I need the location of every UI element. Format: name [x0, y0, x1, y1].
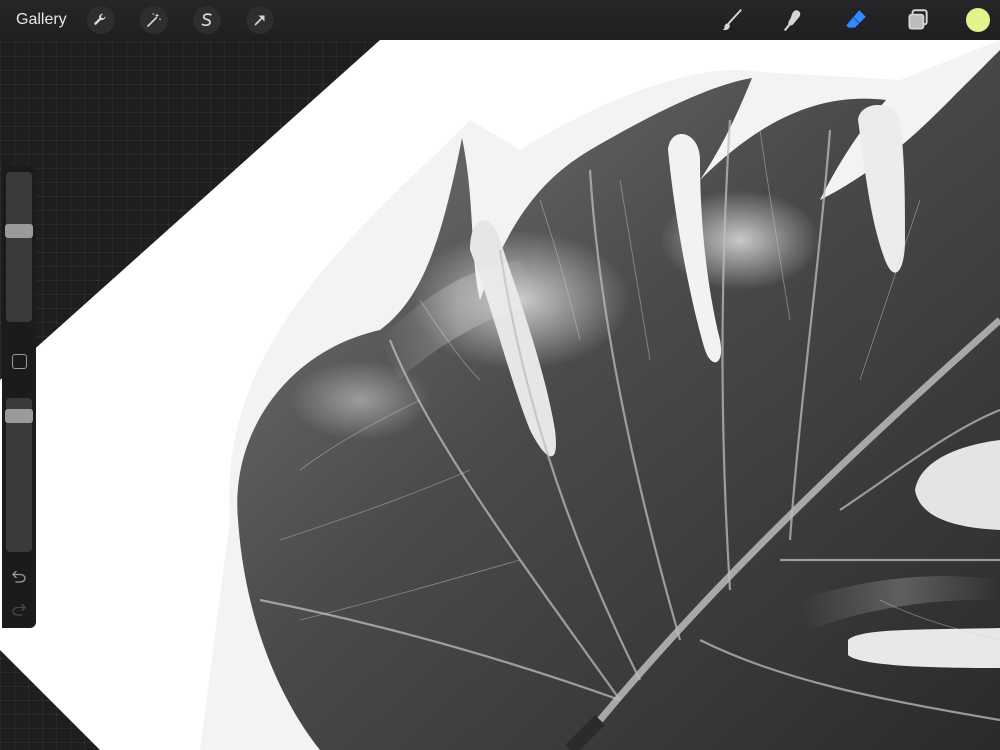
redo-button[interactable]	[10, 600, 28, 618]
smudge-icon	[784, 10, 801, 31]
opacity-thumb[interactable]	[5, 409, 33, 423]
smudge-tool-button[interactable]	[780, 6, 808, 34]
gallery-button[interactable]: Gallery	[16, 11, 67, 29]
undo-button[interactable]	[10, 567, 28, 585]
transform-button[interactable]	[245, 6, 274, 34]
undo-icon	[12, 570, 26, 583]
layers-button[interactable]	[904, 6, 932, 34]
brush-size-thumb[interactable]	[5, 224, 33, 238]
brush-icon	[722, 9, 742, 31]
paint-tool-button[interactable]	[718, 6, 746, 34]
erase-tool-button[interactable]	[842, 6, 870, 34]
right-toolset	[718, 0, 1000, 40]
actions-button[interactable]	[86, 6, 115, 34]
modify-square-icon[interactable]	[12, 354, 27, 369]
wrench-icon	[93, 13, 106, 25]
top-toolbar: Gallery	[0, 0, 1000, 40]
redo-icon	[12, 603, 26, 616]
eraser-icon	[846, 10, 866, 28]
arrow-cursor-icon	[254, 15, 265, 26]
leaf-highlight	[290, 360, 430, 440]
selection-button[interactable]	[192, 6, 221, 34]
layers-icon	[908, 9, 928, 30]
opacity-slider[interactable]	[5, 398, 33, 552]
magic-wand-icon	[146, 13, 161, 27]
selection-s-icon	[201, 13, 212, 27]
brush-size-slider[interactable]	[5, 172, 33, 322]
color-picker-button[interactable]	[966, 8, 990, 32]
left-sidebar	[2, 166, 36, 628]
adjustments-button[interactable]	[139, 6, 168, 34]
drawing-canvas[interactable]	[0, 0, 1000, 750]
